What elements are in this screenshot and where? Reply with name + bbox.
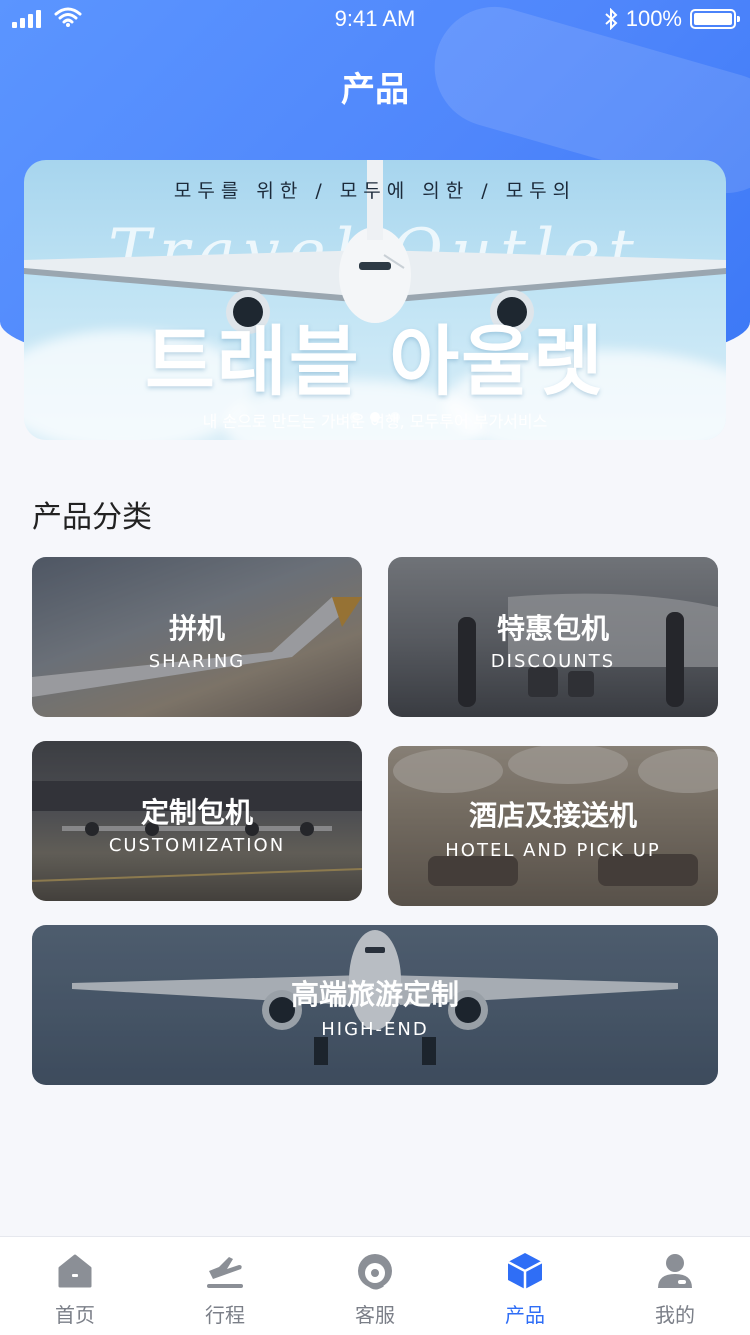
category-subtitle: DISCOUNTS: [490, 651, 616, 672]
promo-banner[interactable]: Travel Outlet 모두를 위한 / 모두에 의한 / 모두의 트래블 …: [24, 160, 726, 440]
category-title: 拼机: [168, 612, 225, 645]
tab-products[interactable]: 产品: [450, 1237, 600, 1335]
category-title: 高端旅游定制: [290, 978, 459, 1011]
plane-departure-icon: [205, 1251, 245, 1291]
category-card-high-end[interactable]: 高端旅游定制 HIGH-END: [32, 925, 718, 1085]
battery-fill: [694, 13, 732, 25]
pagination-dot[interactable]: [350, 412, 360, 422]
category-title: 酒店及接送机: [468, 799, 637, 832]
banner-top-text: 모두를 위한 / 모두에 의한 / 모두의: [173, 180, 577, 202]
category-card-sharing[interactable]: 拼机 SHARING: [32, 557, 362, 717]
category-subtitle: HOTEL AND PICK UP: [445, 840, 661, 861]
battery-percent: 100%: [625, 6, 682, 31]
section-title: 产品分类: [32, 500, 152, 535]
home-icon: [55, 1251, 95, 1291]
page-title: 产品: [341, 70, 409, 110]
category-card-customization[interactable]: 定制包机 CUSTOMIZATION: [32, 741, 362, 901]
pagination-dot[interactable]: [390, 412, 400, 422]
banner-headline: 트래블 아울렛: [145, 317, 605, 406]
tab-label: 产品: [505, 1303, 545, 1327]
tab-label: 我的: [655, 1303, 695, 1327]
status-bar: 9:41 AM 100%: [0, 0, 750, 40]
tab-label: 行程: [205, 1303, 245, 1327]
category-card-hotel[interactable]: 酒店及接送机 HOTEL AND PICK UP: [388, 746, 718, 906]
category-title: 定制包机: [140, 796, 253, 829]
tab-label: 客服: [355, 1303, 395, 1327]
bluetooth-icon: [605, 8, 618, 30]
tab-home[interactable]: 首页: [0, 1237, 150, 1335]
category-title: 特惠包机: [496, 612, 609, 645]
category-subtitle: SHARING: [148, 651, 246, 672]
tab-trips[interactable]: 行程: [150, 1237, 300, 1335]
category-card-discounts[interactable]: 特惠包机 DISCOUNTS: [388, 557, 718, 717]
tab-label: 首页: [55, 1303, 95, 1327]
headset-icon: [355, 1251, 395, 1291]
tab-profile[interactable]: 我的: [600, 1237, 750, 1335]
banner-pagination[interactable]: [24, 412, 726, 422]
category-subtitle: CUSTOMIZATION: [108, 835, 286, 856]
pagination-dot[interactable]: [370, 412, 380, 422]
tab-support[interactable]: 客服: [300, 1237, 450, 1335]
battery-icon: [690, 9, 740, 29]
cube-icon: [505, 1251, 545, 1291]
user-icon: [655, 1251, 695, 1291]
bottom-tab-bar: 首页 行程 客服 产品 我的: [0, 1236, 750, 1335]
category-subtitle: HIGH-END: [321, 1019, 429, 1040]
